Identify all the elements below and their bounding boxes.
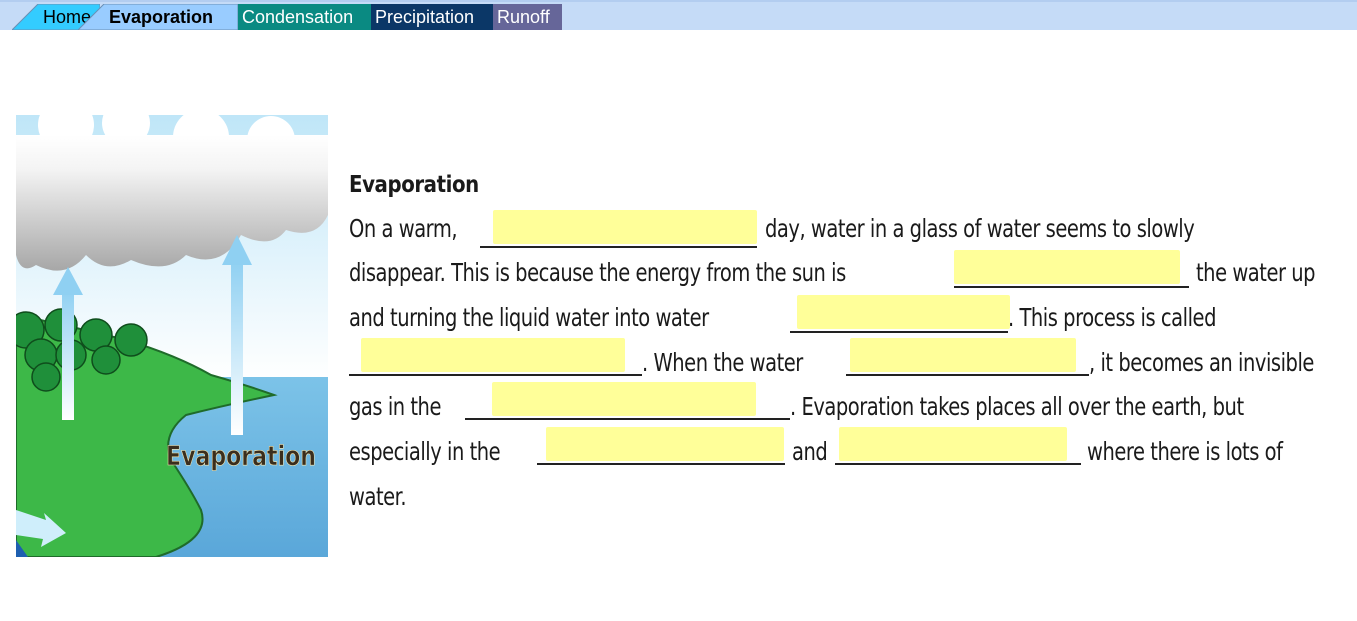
tab-runoff[interactable]: Runoff xyxy=(493,4,562,30)
blank-underline xyxy=(846,374,1089,376)
answer-input-3[interactable] xyxy=(797,295,1010,329)
blank-underline xyxy=(465,418,790,420)
blank-underline xyxy=(349,374,642,376)
blank-underline xyxy=(480,246,757,248)
text-segment: where there is lots of xyxy=(1087,437,1283,466)
blank-field-3 xyxy=(790,295,1010,333)
blank-field-4 xyxy=(349,338,642,376)
text-segment: and turning the liquid water into water xyxy=(349,303,709,332)
text-segment: , it becomes an invisible xyxy=(1089,348,1314,377)
water-cycle-image: Evaporation xyxy=(16,115,328,557)
tab-precipitation[interactable]: Precipitation xyxy=(371,4,493,30)
text-segment: the water up xyxy=(1196,258,1316,287)
blank-field-8 xyxy=(835,427,1081,465)
tab-evaporation-label: Evaporation xyxy=(109,7,214,27)
text-segment: . This process is called xyxy=(1008,303,1217,332)
answer-input-1[interactable] xyxy=(493,210,757,244)
text-segment: especially in the xyxy=(349,437,501,466)
tab-precipitation-label: Precipitation xyxy=(375,7,475,27)
answer-input-4[interactable] xyxy=(361,338,625,372)
answer-input-2[interactable] xyxy=(954,250,1180,284)
blank-field-6 xyxy=(465,382,790,420)
tab-condensation-label: Condensation xyxy=(242,7,354,27)
blank-field-5 xyxy=(846,338,1089,376)
blank-field-1 xyxy=(480,210,757,248)
blank-field-2 xyxy=(954,250,1189,288)
text-segment: On a warm, xyxy=(349,214,458,243)
blank-field-7 xyxy=(537,427,785,465)
answer-input-6[interactable] xyxy=(492,382,756,416)
text-segment: day, water in a glass of water seems to … xyxy=(765,214,1195,243)
text-segment: water. xyxy=(349,482,407,511)
illustration-label: Evaporation xyxy=(166,441,316,472)
tab-condensation[interactable]: Condensation xyxy=(238,4,371,30)
text-segment: gas in the xyxy=(349,392,441,421)
text-segment: disappear. This is because the energy fr… xyxy=(349,258,846,287)
blank-underline xyxy=(537,463,785,465)
blank-underline xyxy=(954,286,1189,288)
answer-input-7[interactable] xyxy=(546,427,784,461)
blank-underline xyxy=(835,463,1081,465)
text-segment: and xyxy=(792,437,828,466)
worksheet-title: Evaporation xyxy=(349,172,479,198)
tab-evaporation[interactable]: Evaporation xyxy=(78,4,238,30)
text-segment: . Evaporation takes places all over the … xyxy=(790,392,1244,421)
text-segment: . When the water xyxy=(642,348,803,377)
tab-runoff-label: Runoff xyxy=(497,7,550,27)
tab-bar: Home Evaporation Condensation Precipitat… xyxy=(0,0,1357,30)
answer-input-5[interactable] xyxy=(850,338,1076,372)
blank-underline xyxy=(790,331,1008,333)
evaporation-illustration: Evaporation xyxy=(16,115,328,557)
answer-input-8[interactable] xyxy=(839,427,1067,461)
